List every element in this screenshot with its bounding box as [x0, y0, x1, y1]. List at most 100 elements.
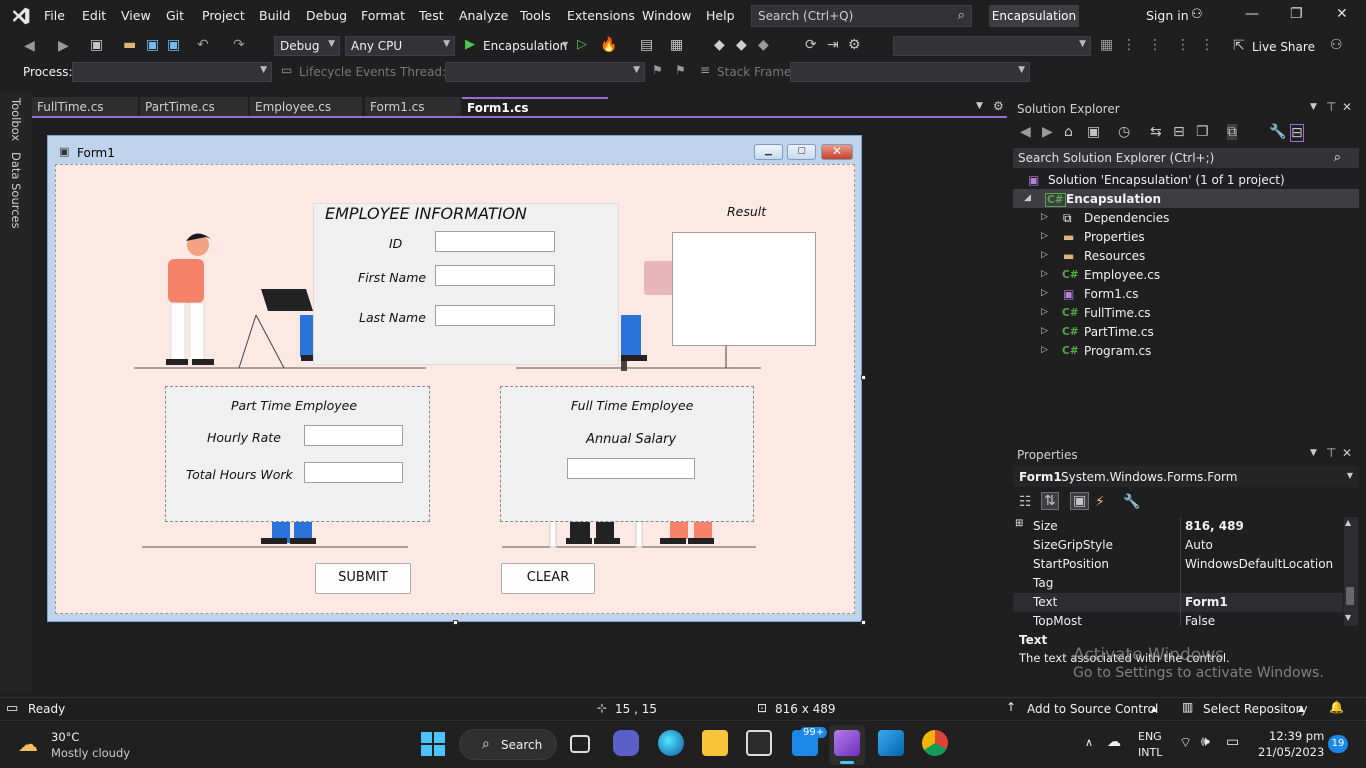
resize-handle-right[interactable] — [861, 375, 866, 380]
clock-date[interactable]: 21/05/2023 — [1258, 745, 1324, 759]
menu-build[interactable]: Build — [259, 8, 290, 23]
tree-item-form1-cs[interactable]: Form1.cs — [1084, 287, 1139, 301]
property-row-sizegripstyle[interactable]: SizeGripStyle Auto — [1013, 536, 1343, 555]
visual-studio-icon[interactable] — [834, 730, 860, 756]
menu-format[interactable]: Format — [361, 8, 405, 23]
tab-employee-cs[interactable]: Employee.cs — [250, 97, 362, 117]
chevron-up-icon[interactable]: ∧ — [1085, 736, 1093, 749]
stack-frame-dropdown[interactable]: ▼ — [790, 62, 1030, 82]
object-selector-dropdown[interactable]: Form1 System.Windows.Forms.Form ▼ — [1013, 466, 1359, 487]
lifecycle-events-label[interactable]: Lifecycle Events — [299, 65, 396, 79]
feedback-icon[interactable]: ⚇ — [1330, 37, 1343, 53]
result-textbox[interactable] — [672, 232, 816, 346]
back-icon[interactable]: ◀ — [24, 38, 35, 54]
notifications-bell-icon[interactable]: 🔔 — [1329, 700, 1344, 714]
last-name-textbox[interactable] — [435, 305, 555, 326]
start-debug-icon[interactable]: ▶ — [465, 37, 475, 52]
data-sources-tab[interactable]: Data Sources — [9, 152, 23, 229]
onedrive-cloud-icon[interactable]: ☁ — [1107, 734, 1121, 750]
clear-button[interactable]: CLEAR — [501, 563, 595, 594]
close-icon[interactable]: ✕ — [1336, 6, 1348, 22]
pane-pin-icon[interactable]: ⊤ — [1326, 446, 1336, 460]
alphabetical-icon[interactable]: ⇅ — [1041, 492, 1059, 510]
pane-options-chevron-icon[interactable]: ▼ — [1310, 102, 1317, 112]
layout-icon[interactable]: ▦ — [670, 37, 683, 53]
property-row-size[interactable]: ⊞ Size 816, 489 — [1013, 517, 1343, 536]
windows-start-icon[interactable] — [421, 732, 445, 756]
tab-settings-gear-icon[interactable]: ⚙ — [993, 99, 1004, 113]
menu-test[interactable]: Test — [419, 8, 444, 23]
property-value[interactable]: False — [1185, 614, 1215, 626]
collapsed-chevron-icon[interactable]: ▷ — [1041, 326, 1048, 336]
tab-form1-design[interactable]: Form1.cs [Design]⊸✕ — [462, 97, 608, 129]
property-value[interactable]: WindowsDefaultLocation — [1185, 557, 1333, 571]
property-row-text[interactable]: Text Form1 — [1013, 593, 1343, 612]
flag-threads-icon[interactable]: ⚑ — [675, 63, 686, 77]
properties-wrench-icon[interactable]: 🔧 — [1269, 124, 1286, 140]
menu-debug[interactable]: Debug — [306, 8, 347, 23]
process-dropdown[interactable]: ▼ — [72, 62, 272, 82]
configuration-dropdown[interactable]: Debug ▼ — [274, 36, 340, 56]
pane-pin-icon[interactable]: ⊤ — [1326, 100, 1336, 114]
form-maximize-button[interactable]: ▢ — [787, 144, 816, 160]
menu-extensions[interactable]: Extensions — [567, 8, 635, 23]
first-name-textbox[interactable] — [435, 265, 555, 286]
collapsed-chevron-icon[interactable]: ▷ — [1041, 231, 1048, 241]
start-project-button[interactable]: Encapsulation — [483, 39, 567, 53]
events-icon[interactable]: ⚡ — [1095, 494, 1105, 510]
filter-icon[interactable]: ⧉ — [1227, 124, 1237, 140]
tree-item-dependencies[interactable]: Dependencies — [1084, 211, 1169, 225]
home-icon[interactable]: ⌂ — [1064, 124, 1073, 140]
microsoft-store-icon[interactable] — [746, 730, 772, 756]
format-space-icon[interactable]: ◆ — [758, 37, 769, 53]
se-forward-icon[interactable]: ▶ — [1042, 124, 1053, 140]
wifi-icon[interactable]: ⌔ — [1179, 734, 1192, 752]
redo-icon[interactable]: ↷ — [233, 37, 245, 53]
sync-icon[interactable]: ⇆ — [1150, 124, 1162, 140]
distribute-icon[interactable]: ⋮ — [1148, 37, 1162, 53]
menu-help[interactable]: Help — [706, 8, 735, 23]
menu-window[interactable]: Window — [642, 8, 691, 23]
toolbar-combo-dropdown[interactable]: ▼ — [893, 36, 1091, 56]
collapsed-chevron-icon[interactable]: ▷ — [1041, 212, 1048, 222]
solution-node[interactable]: Solution 'Encapsulation' (1 of 1 project… — [1048, 173, 1285, 187]
property-value[interactable]: Auto — [1185, 538, 1213, 552]
expanded-chevron-icon[interactable]: ◢ — [1024, 193, 1031, 203]
tree-item-parttime-cs[interactable]: PartTime.cs — [1084, 325, 1154, 339]
chrome-icon[interactable] — [922, 730, 948, 756]
tab-order-icon[interactable]: ⇥ — [827, 37, 839, 53]
forward-icon[interactable]: ▶ — [58, 38, 69, 54]
weather-temperature[interactable]: 30°C — [51, 730, 79, 744]
live-share-icon[interactable]: ⇱ — [1233, 38, 1245, 54]
menu-analyze[interactable]: Analyze — [459, 8, 508, 23]
properties-scrollbar[interactable] — [1344, 517, 1358, 626]
solution-search-input[interactable]: Search Solution Explorer (Ctrl+;) ⌕ — [1013, 148, 1359, 168]
chevron-down-icon[interactable]: ▼ — [562, 40, 568, 49]
teams-chat-icon[interactable] — [613, 730, 639, 756]
solution-name-badge[interactable]: Encapsulation — [989, 5, 1079, 27]
submit-button[interactable]: SUBMIT — [315, 563, 411, 594]
language-primary[interactable]: ENG — [1138, 730, 1162, 743]
tab-list-chevron-icon[interactable]: ▼ — [976, 101, 983, 111]
save-icon[interactable]: ▣ — [146, 37, 159, 53]
vscode-icon[interactable] — [878, 730, 904, 756]
collapse-all-icon[interactable]: ⊟ — [1173, 124, 1185, 140]
sign-in-link[interactable]: Sign in — [1146, 8, 1189, 23]
id-textbox[interactable] — [435, 231, 555, 252]
spacing-icon[interactable]: ⋮ — [1176, 37, 1190, 53]
live-share-button[interactable]: Live Share — [1252, 40, 1315, 54]
weather-cloud-icon[interactable]: ☁ — [18, 732, 38, 756]
property-value[interactable]: 816, 489 — [1185, 519, 1244, 533]
tab-fulltime-cs[interactable]: FullTime.cs — [32, 97, 138, 117]
pane-close-icon[interactable]: ✕ — [1342, 100, 1352, 114]
edge-browser-icon[interactable] — [658, 730, 684, 756]
file-explorer-icon[interactable] — [702, 730, 728, 756]
pane-close-icon[interactable]: ✕ — [1342, 446, 1352, 460]
start-without-debug-icon[interactable]: ▷ — [577, 37, 587, 52]
user-add-icon[interactable]: ⚇ — [1191, 7, 1203, 22]
battery-icon[interactable]: ▭ — [1226, 734, 1239, 750]
property-pages-icon[interactable]: 🔧 — [1123, 494, 1140, 510]
categorized-icon[interactable]: ☷ — [1019, 494, 1032, 510]
clock-time[interactable]: 12:39 pm — [1269, 729, 1324, 743]
project-node[interactable]: Encapsulation — [1066, 192, 1161, 206]
